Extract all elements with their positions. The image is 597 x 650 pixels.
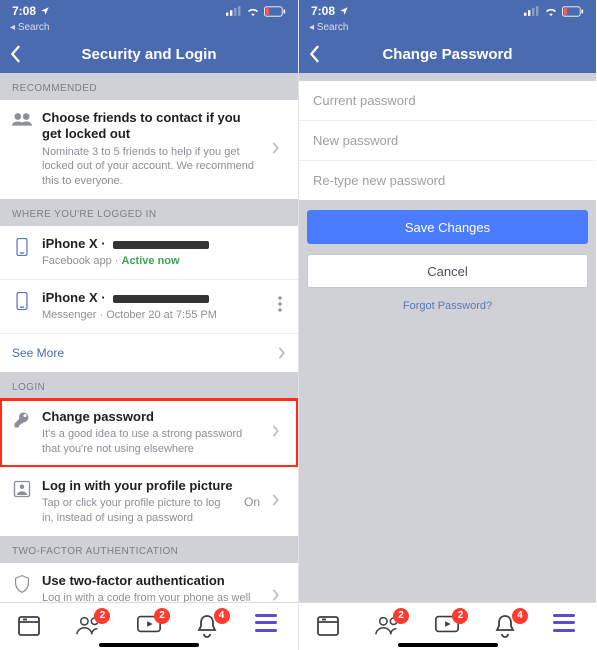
redacted-location bbox=[113, 295, 209, 303]
battery-icon bbox=[264, 6, 286, 17]
row-title: Change password bbox=[42, 409, 262, 425]
key-icon bbox=[12, 411, 32, 429]
row-choose-friends[interactable]: Choose friends to contact if you get loc… bbox=[0, 100, 298, 199]
badge-count: 4 bbox=[214, 608, 230, 624]
nav-bar: Security and Login bbox=[0, 35, 298, 73]
tab-feed[interactable] bbox=[17, 614, 43, 640]
tab-menu[interactable] bbox=[553, 614, 579, 640]
chevron-right-icon bbox=[272, 588, 286, 602]
see-more-label: See More bbox=[12, 346, 64, 360]
phone-icon bbox=[12, 292, 32, 310]
row-device-1[interactable]: iPhone X · Facebook app · Active now bbox=[0, 226, 298, 279]
location-arrow-icon bbox=[40, 6, 50, 16]
row-subtitle: Tap or click your profile picture to log… bbox=[42, 496, 234, 526]
row-subtitle: Nominate 3 to 5 friends to help if you g… bbox=[42, 145, 262, 190]
device-sub: Facebook app · Active now bbox=[42, 254, 286, 269]
section-recommended: RECOMMENDED bbox=[0, 73, 298, 100]
section-login: LOGIN bbox=[0, 372, 298, 399]
badge-count: 2 bbox=[393, 608, 409, 624]
toggle-state: On bbox=[244, 495, 260, 509]
save-changes-button[interactable]: Save Changes bbox=[307, 210, 588, 244]
device-sub: Messenger · October 20 at 7:55 PM bbox=[42, 308, 264, 323]
home-indicator[interactable] bbox=[398, 643, 498, 647]
badge-count: 2 bbox=[154, 608, 170, 624]
signal-icon bbox=[226, 6, 242, 16]
row-title: Use two-factor authentication bbox=[42, 573, 262, 589]
screen-security-login: 7:08 ◂ Search Security and Login RECOMME… bbox=[0, 0, 298, 650]
back-button[interactable] bbox=[8, 35, 36, 73]
chevron-right-icon bbox=[272, 493, 286, 511]
row-profile-picture-login[interactable]: Log in with your profile picture Tap or … bbox=[0, 467, 298, 536]
status-time: 7:08 bbox=[12, 4, 36, 18]
row-title: Choose friends to contact if you get loc… bbox=[42, 110, 262, 143]
chevron-right-icon bbox=[272, 424, 286, 442]
nav-bar: Change Password bbox=[299, 35, 596, 73]
friends-icon bbox=[12, 112, 32, 126]
page-title: Change Password bbox=[299, 46, 596, 63]
badge-count: 2 bbox=[452, 608, 468, 624]
menu-icon bbox=[255, 614, 277, 632]
status-bar: 7:08 bbox=[0, 0, 298, 22]
row-device-2[interactable]: iPhone X · Messenger · October 20 at 7:5… bbox=[0, 279, 298, 333]
back-to-search[interactable]: ◂ Search bbox=[0, 22, 298, 35]
current-password-input[interactable] bbox=[299, 81, 596, 120]
tab-bar: 2 2 4 bbox=[299, 602, 596, 650]
content-area: Save Changes Cancel Forgot Password? bbox=[299, 73, 596, 602]
tab-friends[interactable]: 2 bbox=[375, 614, 401, 640]
device-name: iPhone X · bbox=[42, 290, 264, 306]
signal-icon bbox=[524, 6, 540, 16]
tab-bar: 2 2 4 bbox=[0, 602, 298, 650]
retype-password-input[interactable] bbox=[299, 160, 596, 200]
forgot-password-link[interactable]: Forgot Password? bbox=[299, 300, 596, 312]
tab-notifications[interactable]: 4 bbox=[494, 614, 520, 640]
tab-watch[interactable]: 2 bbox=[136, 614, 162, 640]
wifi-icon bbox=[544, 6, 558, 16]
section-2fa: TWO-FACTOR AUTHENTICATION bbox=[0, 536, 298, 563]
status-time: 7:08 bbox=[311, 4, 335, 18]
shield-icon bbox=[12, 575, 32, 593]
tab-notifications[interactable]: 4 bbox=[196, 614, 222, 640]
location-arrow-icon bbox=[339, 6, 349, 16]
chevron-right-icon bbox=[272, 141, 286, 159]
screen-change-password: 7:08 ◂ Search Change Password Save Chang… bbox=[298, 0, 596, 650]
content-scroll[interactable]: RECOMMENDED Choose friends to contact if… bbox=[0, 73, 298, 602]
wifi-icon bbox=[246, 6, 260, 16]
chevron-right-icon bbox=[278, 347, 286, 359]
see-more-button[interactable]: See More bbox=[0, 333, 298, 372]
status-bar: 7:08 bbox=[299, 0, 596, 22]
profile-picture-icon bbox=[12, 480, 32, 498]
tab-menu[interactable] bbox=[255, 614, 281, 640]
tab-feed[interactable] bbox=[316, 614, 342, 640]
back-to-search[interactable]: ◂ Search bbox=[299, 22, 596, 35]
home-indicator[interactable] bbox=[99, 643, 199, 647]
row-two-factor[interactable]: Use two-factor authentication Log in wit… bbox=[0, 563, 298, 602]
row-change-password[interactable]: Change password It's a good idea to use … bbox=[0, 399, 298, 467]
redacted-location bbox=[113, 241, 209, 249]
more-options-icon[interactable] bbox=[274, 296, 286, 317]
row-title: Log in with your profile picture bbox=[42, 478, 234, 494]
row-subtitle: It's a good idea to use a strong passwor… bbox=[42, 427, 262, 457]
back-button[interactable] bbox=[307, 35, 335, 73]
row-subtitle: Log in with a code from your phone as we… bbox=[42, 591, 262, 602]
tab-friends[interactable]: 2 bbox=[76, 614, 102, 640]
badge-count: 4 bbox=[512, 608, 528, 624]
badge-count: 2 bbox=[94, 608, 110, 624]
chevron-left-icon bbox=[8, 45, 22, 63]
section-logged-in: WHERE YOU'RE LOGGED IN bbox=[0, 199, 298, 226]
tab-watch[interactable]: 2 bbox=[434, 614, 460, 640]
password-form bbox=[299, 81, 596, 200]
menu-icon bbox=[553, 614, 575, 632]
page-title: Security and Login bbox=[0, 46, 298, 63]
cancel-button[interactable]: Cancel bbox=[307, 254, 588, 288]
new-password-input[interactable] bbox=[299, 120, 596, 160]
phone-icon bbox=[12, 238, 32, 256]
battery-icon bbox=[562, 6, 584, 17]
device-name: iPhone X · bbox=[42, 236, 286, 252]
chevron-left-icon bbox=[307, 45, 321, 63]
